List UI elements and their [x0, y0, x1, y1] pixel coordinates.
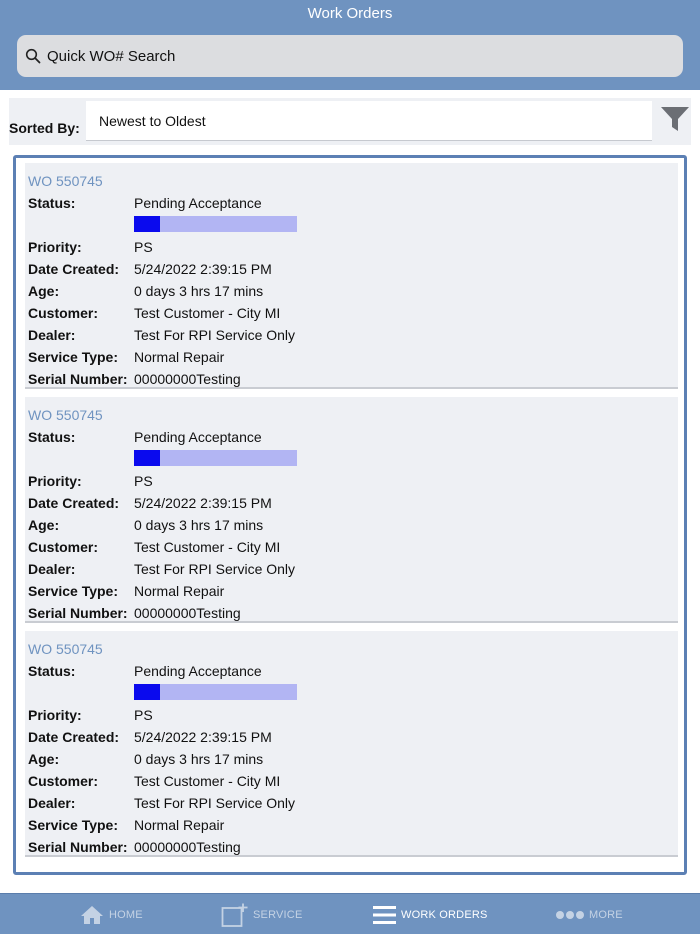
status-label: Status:: [28, 429, 76, 445]
age-label: Age:: [28, 283, 60, 299]
search-input[interactable]: [47, 47, 647, 65]
serial-number-label: Serial Number:: [28, 839, 128, 855]
work-order-number[interactable]: WO 550745: [28, 407, 103, 423]
service-type-label: Service Type:: [28, 583, 119, 599]
status-value: Pending Acceptance: [134, 429, 262, 445]
priority-value: PS: [134, 473, 153, 489]
service-type-value: Normal Repair: [134, 349, 225, 365]
customer-label: Customer:: [28, 539, 99, 555]
age-value: 0 days 3 hrs 17 mins: [134, 283, 264, 299]
status-label: Status:: [28, 195, 76, 211]
filter-icon[interactable]: [660, 105, 690, 133]
status-progress-fill: [134, 450, 161, 466]
work-order-card[interactable]: WO 550745 Status: Pending Acceptance Priori…: [25, 163, 678, 389]
dealer-label: Dealer:: [28, 795, 76, 811]
status-progress-bar: [134, 684, 297, 700]
service-type-label: Service Type:: [28, 349, 119, 365]
tab-more-label: MORE: [589, 908, 623, 921]
work-order-list[interactable]: WO 550745 Status: Pending Acceptance Priori…: [13, 155, 687, 875]
dealer-label: Dealer:: [28, 561, 76, 577]
customer-label: Customer:: [28, 773, 99, 789]
age-label: Age:: [28, 517, 60, 533]
age-value: 0 days 3 hrs 17 mins: [134, 751, 264, 767]
service-type-value: Normal Repair: [134, 583, 225, 599]
serial-number-value: 00000000Testing: [134, 605, 241, 621]
page-title: Work Orders: [307, 5, 393, 22]
customer-value: Test Customer - City MI: [134, 773, 281, 789]
list-icon: [373, 905, 396, 924]
customer-value: Test Customer - City MI: [134, 539, 281, 555]
search-icon: [25, 48, 41, 64]
priority-value: PS: [134, 707, 153, 723]
date-created-label: Date Created:: [28, 261, 120, 277]
sort-bar: Sorted By: Newest to Oldest: [9, 98, 691, 145]
status-progress-bar: [134, 216, 297, 232]
header: Work Orders: [0, 0, 700, 90]
date-created-value: 5/24/2022 2:39:15 PM: [134, 261, 272, 277]
tab-service[interactable]: SERVICE: [221, 894, 303, 934]
search-bar[interactable]: [17, 35, 683, 77]
app: Work Orders Sorted By: Newest to Oldest …: [0, 0, 700, 934]
priority-label: Priority:: [28, 707, 82, 723]
tab-bar: HOME SERVICE WORK ORDERS MORE: [0, 893, 700, 934]
tab-home[interactable]: HOME: [80, 894, 143, 934]
date-created-value: 5/24/2022 2:39:15 PM: [134, 495, 272, 511]
customer-label: Customer:: [28, 305, 99, 321]
work-order-card[interactable]: WO 550745 Status: Pending Acceptance Priori…: [25, 397, 678, 623]
sort-dropdown[interactable]: Newest to Oldest: [86, 101, 652, 141]
date-created-label: Date Created:: [28, 495, 120, 511]
dealer-value: Test For RPI Service Only: [134, 327, 296, 343]
tab-service-label: SERVICE: [253, 908, 303, 921]
more-icon: [556, 910, 584, 919]
work-order-number[interactable]: WO 550745: [28, 641, 103, 657]
age-label: Age:: [28, 751, 60, 767]
priority-label: Priority:: [28, 239, 82, 255]
status-label: Status:: [28, 663, 76, 679]
serial-number-label: Serial Number:: [28, 605, 128, 621]
work-order-card[interactable]: WO 550745 Status: Pending Acceptance Priori…: [25, 631, 678, 857]
status-progress-bar: [134, 450, 297, 466]
age-value: 0 days 3 hrs 17 mins: [134, 517, 264, 533]
tab-more[interactable]: MORE: [556, 894, 623, 934]
dealer-value: Test For RPI Service Only: [134, 561, 296, 577]
tab-home-label: HOME: [109, 908, 143, 921]
status-value: Pending Acceptance: [134, 663, 262, 679]
status-progress-fill: [134, 216, 161, 232]
priority-label: Priority:: [28, 473, 82, 489]
priority-value: PS: [134, 239, 153, 255]
dealer-label: Dealer:: [28, 327, 76, 343]
date-created-value: 5/24/2022 2:39:15 PM: [134, 729, 272, 745]
tab-work-orders-label: WORK ORDERS: [401, 908, 488, 921]
customer-value: Test Customer - City MI: [134, 305, 281, 321]
serial-number-value: 00000000Testing: [134, 839, 241, 855]
service-type-label: Service Type:: [28, 817, 119, 833]
serial-number-label: Serial Number:: [28, 371, 128, 387]
new-service-icon: [221, 903, 248, 927]
serial-number-value: 00000000Testing: [134, 371, 241, 387]
dealer-value: Test For RPI Service Only: [134, 795, 296, 811]
sort-label: Sorted By:: [9, 120, 80, 136]
tab-work-orders[interactable]: WORK ORDERS: [373, 894, 488, 934]
service-type-value: Normal Repair: [134, 817, 225, 833]
work-order-number[interactable]: WO 550745: [28, 173, 103, 189]
home-icon: [81, 905, 103, 924]
date-created-label: Date Created:: [28, 729, 120, 745]
status-value: Pending Acceptance: [134, 195, 262, 211]
status-progress-fill: [134, 684, 161, 700]
